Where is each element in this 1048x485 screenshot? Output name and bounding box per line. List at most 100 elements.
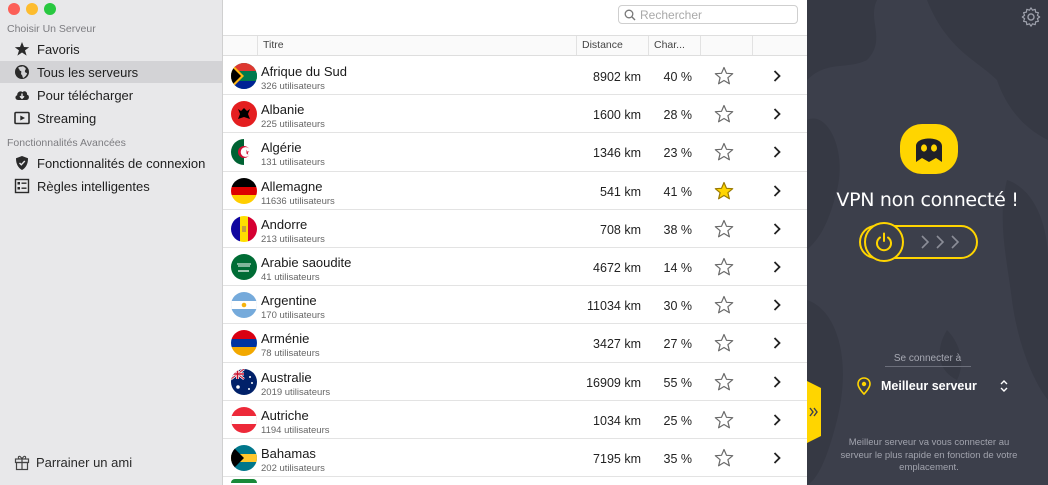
refer-friend-button[interactable]: Parrainer un ami xyxy=(14,453,132,471)
chevron-right-icon[interactable] xyxy=(772,413,782,427)
globe-icon xyxy=(14,64,30,80)
country-flag-icon xyxy=(231,177,257,204)
sidebar-item-all-servers[interactable]: Tous les serveurs xyxy=(0,61,222,83)
user-count: 2019 utilisateurs xyxy=(261,386,331,398)
favorite-star-icon[interactable] xyxy=(714,104,734,124)
favorite-star-icon[interactable] xyxy=(714,448,734,468)
column-header-load[interactable]: Char... xyxy=(648,36,700,55)
chevron-right-icon[interactable] xyxy=(772,451,782,465)
country-flag-icon xyxy=(231,253,257,280)
refer-friend-label: Parrainer un ami xyxy=(36,454,133,470)
country-flag-icon xyxy=(231,444,257,471)
load-value: 30 % xyxy=(663,299,693,314)
connection-status: VPN non connecté ! xyxy=(836,189,1019,211)
favorite-star-icon[interactable] xyxy=(714,295,734,315)
chevron-right-icon[interactable] xyxy=(772,260,782,274)
table-row[interactable]: Algérie 131 utilisateurs 1346 km 23 % xyxy=(223,133,807,172)
chevron-right-icon[interactable] xyxy=(772,298,782,312)
favorite-star-icon[interactable] xyxy=(714,181,734,201)
chevron-right-icon[interactable] xyxy=(772,107,782,121)
sidebar-item-smart-rules[interactable]: Règles intelligentes xyxy=(0,175,222,197)
table-row[interactable]: Afrique du Sud 326 utilisateurs 8902 km 40 … xyxy=(223,57,807,96)
country-name: Argentine xyxy=(261,293,317,309)
search-input[interactable] xyxy=(640,7,790,22)
sidebar-item-label: Pour télécharger xyxy=(37,87,134,103)
shield-icon xyxy=(14,155,30,171)
table-row-partial xyxy=(223,477,807,484)
chevron-right-icon[interactable] xyxy=(772,336,782,350)
chevron-right-icon[interactable] xyxy=(772,375,782,389)
table-row[interactable]: Bahamas 202 utilisateurs 7195 km 35 % xyxy=(223,439,807,478)
distance-value: 4672 km xyxy=(593,260,641,275)
user-count: 11636 utilisateurs xyxy=(261,195,335,207)
server-table: Afrique du Sud 326 utilisateurs 8902 km 40 … xyxy=(223,57,807,484)
server-selector[interactable]: Meilleur serveur xyxy=(857,376,1017,396)
user-count: 41 utilisateurs xyxy=(261,271,320,283)
favorite-star-icon[interactable] xyxy=(714,66,734,86)
favorite-star-icon[interactable] xyxy=(714,142,734,162)
country-name: Allemagne xyxy=(261,178,323,194)
column-header-title[interactable]: Titre xyxy=(257,36,576,55)
favorite-star-icon[interactable] xyxy=(714,219,734,239)
distance-value: 16909 km xyxy=(586,375,641,390)
connect-to-label: Se connecter à xyxy=(893,353,962,364)
sidebar-item-download[interactable]: Pour télécharger xyxy=(0,84,222,106)
connect-toggle[interactable] xyxy=(859,222,978,262)
sidebar-item-favoris[interactable]: Favoris xyxy=(0,38,222,60)
table-row[interactable]: Andorre 213 utilisateurs 708 km 38 % xyxy=(223,210,807,248)
minimize-window-button[interactable] xyxy=(26,3,38,15)
column-header-favorite[interactable] xyxy=(700,36,752,55)
load-value: 38 % xyxy=(663,222,693,237)
sidebar-item-label: Tous les serveurs xyxy=(37,64,139,80)
country-name: Andorre xyxy=(261,216,308,232)
zoom-window-button[interactable] xyxy=(44,3,56,15)
favorite-star-icon[interactable] xyxy=(714,410,734,430)
rules-icon xyxy=(14,178,30,194)
table-row[interactable]: Arménie 78 utilisateurs 3427 km 27 % xyxy=(223,324,807,363)
column-header-distance[interactable]: Distance xyxy=(576,36,648,55)
user-count: 326 utilisateurs xyxy=(261,81,325,92)
chevron-right-icon[interactable] xyxy=(772,145,782,159)
country-name: Arménie xyxy=(261,331,310,347)
country-flag-icon xyxy=(231,406,257,433)
country-flag-icon xyxy=(231,368,257,395)
load-value: 35 % xyxy=(663,451,693,466)
country-flag-icon xyxy=(231,101,257,128)
load-value: 23 % xyxy=(663,146,693,161)
table-row[interactable]: Albanie 225 utilisateurs 1600 km 28 % xyxy=(223,95,807,134)
country-name: Algérie xyxy=(261,140,302,156)
table-row[interactable]: Autriche 1194 utilisateurs 1034 km 25 % xyxy=(223,401,807,439)
selected-server: Meilleur serveur xyxy=(881,379,977,393)
favorite-star-icon[interactable] xyxy=(714,372,734,392)
gift-icon xyxy=(14,455,30,471)
chevron-right-icon[interactable] xyxy=(772,69,782,83)
distance-value: 708 km xyxy=(600,222,641,237)
collapse-panel-tab[interactable] xyxy=(807,380,823,444)
location-pin-icon xyxy=(857,377,871,395)
distance-value: 1034 km xyxy=(593,413,641,428)
table-row[interactable]: Australie 2019 utilisateurs 16909 km 55 % xyxy=(223,363,807,401)
gear-icon[interactable] xyxy=(1020,6,1042,28)
distance-value: 1346 km xyxy=(593,146,641,161)
favorite-star-icon[interactable] xyxy=(714,333,734,353)
load-value: 27 % xyxy=(663,337,693,352)
chevron-right-icon[interactable] xyxy=(772,184,782,198)
sidebar-item-label: Favoris xyxy=(37,41,80,57)
country-flag-icon xyxy=(231,215,257,242)
user-count: 131 utilisateurs xyxy=(261,157,325,169)
user-count: 202 utilisateurs xyxy=(261,462,325,474)
table-row[interactable]: Arabie saoudite 41 utilisateurs 4672 km 14 … xyxy=(223,248,807,287)
country-name: Arabie saoudite xyxy=(261,254,352,270)
close-window-button[interactable] xyxy=(8,3,20,15)
search-box[interactable] xyxy=(618,5,798,24)
favorite-star-icon[interactable] xyxy=(714,257,734,277)
user-count: 213 utilisateurs xyxy=(261,233,325,245)
sidebar-item-streaming[interactable]: Streaming xyxy=(0,107,222,129)
table-row[interactable]: Allemagne 11636 utilisateurs 541 km 41 % xyxy=(223,172,807,210)
user-count: 225 utilisateurs xyxy=(261,119,325,131)
chevron-right-icon[interactable] xyxy=(772,222,782,236)
load-value: 14 % xyxy=(663,260,693,275)
sidebar-item-label: Fonctionnalités de connexion xyxy=(37,155,206,171)
table-row[interactable]: Argentine 170 utilisateurs 11034 km 30 % xyxy=(223,286,807,325)
sidebar-item-connection-features[interactable]: Fonctionnalités de connexion xyxy=(0,152,222,174)
